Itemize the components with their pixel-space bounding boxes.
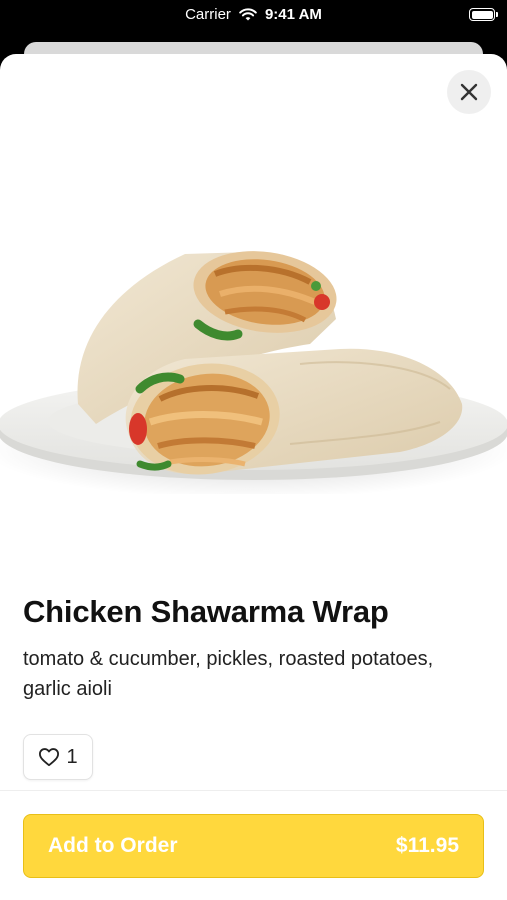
add-to-order-button[interactable]: Add to Order $11.95 — [23, 814, 484, 878]
battery-cap — [496, 12, 498, 17]
status-time: 9:41 AM — [264, 6, 322, 23]
add-to-order-label: Add to Order — [48, 834, 178, 857]
footer-divider — [0, 790, 507, 791]
battery-fill — [471, 10, 493, 19]
item-description: tomato & cucumber, pickles, roasted pota… — [23, 648, 434, 700]
wifi-icon — [239, 7, 257, 20]
item-image — [0, 251, 507, 494]
carrier-label: Carrier — [185, 6, 231, 23]
item-price: $11.95 — [395, 834, 459, 857]
item-detail-sheet: Chicken Shawarma Wrap tomato & cucumber,… — [0, 54, 507, 900]
battery-icon — [469, 8, 498, 21]
item-title: Chicken Shawarma Wrap — [23, 594, 389, 629]
like-button[interactable]: 1 — [23, 734, 93, 780]
like-count: 1 — [66, 745, 78, 768]
close-icon — [460, 83, 478, 101]
status-bar: Carrier 9:41 AM — [0, 0, 507, 34]
heart-outline-icon — [39, 748, 60, 767]
status-center: Carrier 9:41 AM — [0, 6, 507, 23]
close-button[interactable] — [447, 70, 491, 114]
